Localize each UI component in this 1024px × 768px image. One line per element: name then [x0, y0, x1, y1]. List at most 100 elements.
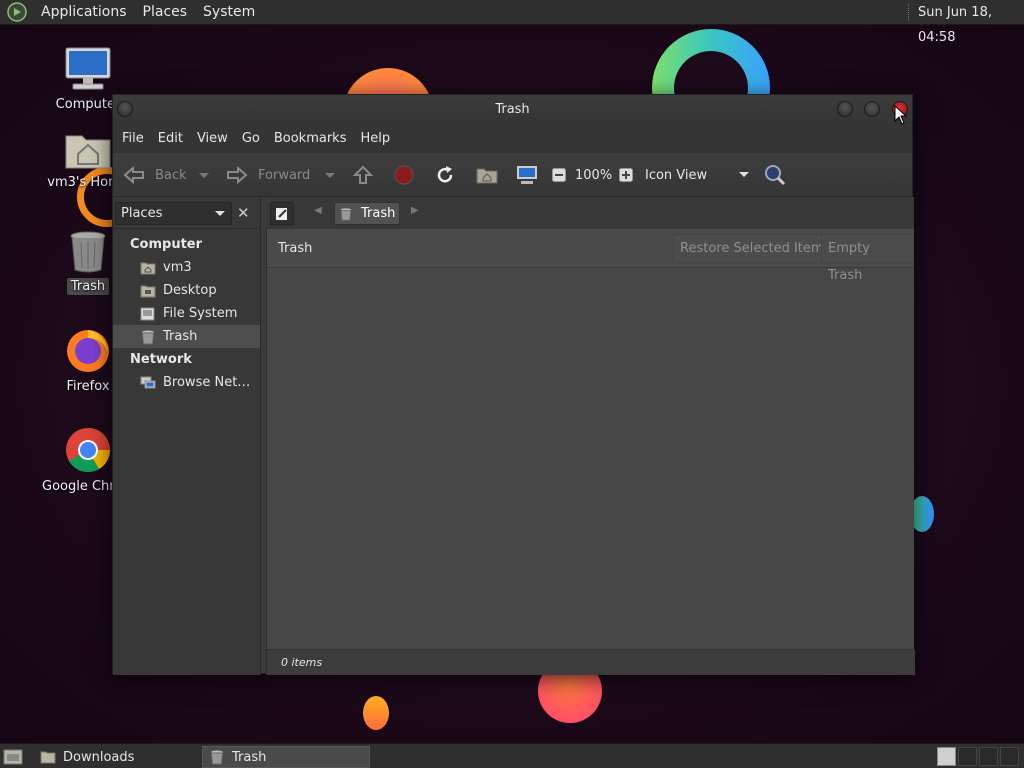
- forward-arrow-icon: [227, 166, 248, 184]
- window-titlebar[interactable]: Trash: [113, 95, 912, 124]
- taskbar-item-label: Downloads: [63, 749, 135, 765]
- menu-edit[interactable]: Edit: [151, 131, 190, 146]
- sidebar-item-desktop[interactable]: Desktop: [113, 279, 260, 302]
- menubar: File Edit View Go Bookmarks Help: [113, 124, 912, 153]
- window-title: Trash: [495, 102, 530, 117]
- places-menu[interactable]: Places: [135, 0, 196, 25]
- forward-button[interactable]: Forward: [226, 153, 310, 197]
- applications-menu[interactable]: Applications: [33, 0, 135, 25]
- up-arrow-icon: [353, 165, 373, 184]
- zoom-level[interactable]: 100%: [575, 153, 612, 197]
- home-folder-icon: [140, 262, 156, 274]
- computer-button[interactable]: [516, 153, 538, 197]
- home-icon: [476, 168, 498, 184]
- file-view[interactable]: Trash Restore Selected Items Empty Trash…: [266, 229, 915, 675]
- restore-selected-items-button[interactable]: Restore Selected Items: [673, 234, 838, 263]
- computer-icon: [517, 166, 537, 184]
- desktop-icon-label: Firefox: [66, 379, 110, 394]
- edit-icon: [276, 207, 287, 220]
- maximize-button[interactable]: [864, 101, 880, 117]
- breadcrumb-label: Trash: [361, 206, 396, 221]
- menu-file[interactable]: File: [115, 131, 151, 146]
- back-button[interactable]: Back: [123, 153, 187, 197]
- mouse-cursor-icon: [894, 105, 908, 125]
- path-scroll-right-icon[interactable]: ▶: [411, 205, 419, 216]
- empty-trash-button[interactable]: Empty Trash: [821, 234, 914, 283]
- sidebar-item-file-system[interactable]: File System: [113, 302, 260, 325]
- sidebar-selector[interactable]: Places: [115, 202, 232, 225]
- folder-icon: [40, 751, 56, 764]
- home-button[interactable]: [476, 153, 498, 197]
- view-mode-label: Icon View: [645, 167, 708, 183]
- workspace-2[interactable]: [958, 747, 977, 766]
- network-icon: [140, 376, 156, 388]
- sidebar-selector-label: Places: [121, 206, 163, 221]
- sidebar-item-trash[interactable]: Trash: [113, 325, 260, 348]
- trash-icon: [340, 207, 352, 221]
- menu-help[interactable]: Help: [353, 131, 397, 146]
- taskbar-item-downloads[interactable]: Downloads: [34, 746, 200, 768]
- menu-bookmarks[interactable]: Bookmarks: [267, 131, 354, 146]
- back-history-dropdown[interactable]: [199, 153, 209, 197]
- panel-separator: [908, 4, 910, 21]
- sidebar-item-label: File System: [163, 306, 238, 321]
- sidebar: Places ✕ Computer vm3 Desktop File Syste…: [113, 197, 261, 675]
- desktop-folder-icon: [140, 285, 156, 297]
- zoom-in-button[interactable]: [619, 153, 633, 197]
- menu-go[interactable]: Go: [235, 131, 267, 146]
- sidebar-item-label: Desktop: [163, 283, 217, 298]
- home-folder-icon: [65, 135, 111, 169]
- sidebar-section-network: Network: [130, 352, 192, 367]
- show-desktop-button[interactable]: [3, 747, 23, 766]
- desktop-icon-label: Trash: [66, 278, 110, 295]
- chevron-down-icon: [215, 211, 225, 216]
- bottom-panel: Downloads Trash: [0, 743, 1024, 768]
- zoom-out-button[interactable]: [552, 153, 566, 197]
- trash-icon: [210, 750, 224, 765]
- path-scroll-left-icon[interactable]: ◀: [314, 205, 322, 216]
- zoom-in-icon: [619, 168, 633, 182]
- firefox-icon: [67, 330, 109, 372]
- workspace-3[interactable]: [979, 747, 998, 766]
- system-menu[interactable]: System: [195, 0, 263, 25]
- breadcrumb-trash[interactable]: Trash: [334, 202, 401, 225]
- menu-view[interactable]: View: [190, 131, 235, 146]
- taskbar-item-trash[interactable]: Trash: [202, 746, 370, 768]
- close-sidebar-icon[interactable]: ✕: [237, 204, 250, 222]
- sidebar-item-label: Trash: [163, 329, 198, 344]
- chrome-icon: [66, 428, 110, 472]
- workspace-4[interactable]: [1000, 747, 1019, 766]
- toolbar: Back Forward 100% Icon View: [113, 153, 912, 197]
- sidebar-item-browse-network[interactable]: Browse Net…: [113, 371, 260, 394]
- file-manager-window: Trash File Edit View Go Bookmarks Help B…: [112, 94, 915, 675]
- trash-icon: [70, 231, 106, 273]
- trash-info-bar: Trash Restore Selected Items Empty Trash: [267, 229, 914, 283]
- clock[interactable]: Sun Jun 18, 04:58: [918, 0, 1024, 50]
- show-desktop-icon: [3, 749, 23, 765]
- stop-icon: [394, 165, 414, 185]
- taskbar-item-label: Trash: [232, 749, 267, 765]
- forward-history-dropdown[interactable]: [325, 153, 335, 197]
- path-bar: ◀ Trash ▶: [266, 197, 914, 229]
- mate-logo-icon[interactable]: [7, 2, 27, 22]
- edit-location-button[interactable]: [270, 202, 294, 225]
- sidebar-item-vm3[interactable]: vm3: [113, 256, 260, 279]
- info-bar-title: Trash: [278, 241, 313, 256]
- sidebar-section-computer: Computer: [130, 237, 203, 252]
- search-button[interactable]: [764, 153, 786, 197]
- chevron-down-icon: [739, 172, 749, 177]
- workspace-1[interactable]: [937, 747, 956, 766]
- stop-button[interactable]: [394, 153, 414, 197]
- search-icon: [765, 165, 786, 186]
- forward-label: Forward: [258, 167, 311, 183]
- up-button[interactable]: [353, 153, 373, 197]
- top-panel: Applications Places System Sun Jun 18, 0…: [0, 0, 1024, 45]
- wallpaper-small-blob: [363, 696, 389, 730]
- view-mode-selector[interactable]: Icon View: [645, 153, 749, 197]
- minimize-button[interactable]: [837, 101, 853, 117]
- back-arrow-icon: [123, 166, 144, 184]
- trash-icon: [141, 330, 155, 344]
- reload-button[interactable]: [435, 153, 455, 197]
- computer-icon: [65, 47, 111, 90]
- sidebar-header: Places ✕: [113, 197, 260, 229]
